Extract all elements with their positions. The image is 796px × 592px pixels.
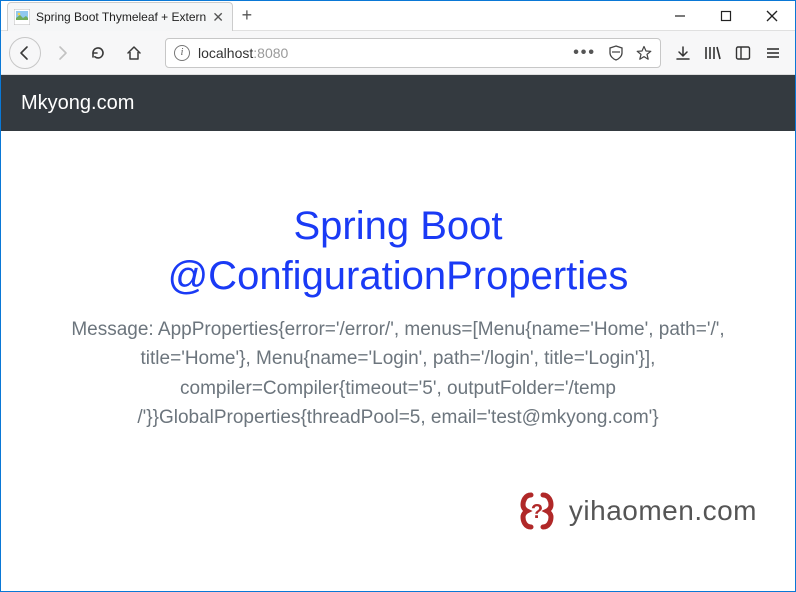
- sidebar-icon[interactable]: [733, 43, 753, 63]
- browser-tab[interactable]: Spring Boot Thymeleaf + Extern ✕: [7, 2, 233, 31]
- home-button[interactable]: [119, 38, 149, 68]
- title-line1: Spring Boot: [293, 204, 502, 248]
- site-info-icon[interactable]: i: [174, 45, 190, 61]
- window-close-button[interactable]: [749, 1, 795, 30]
- address-bar[interactable]: i localhost:8080 •••: [165, 38, 661, 68]
- url-text: localhost:8080: [198, 45, 288, 61]
- site-brand[interactable]: Mkyong.com: [21, 92, 134, 115]
- svg-text:?: ?: [531, 501, 543, 523]
- tab-title: Spring Boot Thymeleaf + Extern: [36, 10, 206, 24]
- page-title: Spring Boot @ConfigurationProperties: [41, 201, 755, 301]
- message-text: Message: AppProperties{error='/error/', …: [68, 315, 728, 433]
- watermark: ? yihaomen.com: [515, 489, 757, 533]
- page-actions-icon[interactable]: •••: [573, 44, 596, 62]
- page-viewport: Mkyong.com Spring Boot @ConfigurationPro…: [1, 75, 795, 591]
- bookmark-star-icon[interactable]: [636, 45, 652, 61]
- site-navbar: Mkyong.com: [1, 75, 795, 131]
- page-content: Spring Boot @ConfigurationProperties Mes…: [1, 131, 795, 453]
- maximize-button[interactable]: [703, 1, 749, 30]
- window-controls: [657, 1, 795, 30]
- spring-favicon-icon: [14, 9, 30, 25]
- downloads-icon[interactable]: [673, 43, 693, 63]
- menu-icon[interactable]: [763, 43, 783, 63]
- forward-button[interactable]: [47, 38, 77, 68]
- url-actions: •••: [573, 44, 652, 62]
- titlebar: Spring Boot Thymeleaf + Extern ✕ +: [1, 1, 795, 31]
- tab-close-icon[interactable]: ✕: [212, 10, 224, 24]
- toolbar: i localhost:8080 •••: [1, 31, 795, 75]
- tracking-protection-icon[interactable]: [608, 45, 624, 61]
- minimize-button[interactable]: [657, 1, 703, 30]
- url-host: localhost: [198, 45, 253, 61]
- watermark-text: yihaomen.com: [569, 495, 757, 527]
- title-line2: @ConfigurationProperties: [168, 254, 629, 298]
- library-icon[interactable]: [703, 43, 723, 63]
- tab-strip: Spring Boot Thymeleaf + Extern ✕ +: [1, 1, 657, 30]
- url-port: :8080: [253, 45, 288, 61]
- new-tab-button[interactable]: +: [233, 1, 261, 30]
- back-button[interactable]: [9, 37, 41, 69]
- browser-window: Spring Boot Thymeleaf + Extern ✕ +: [0, 0, 796, 592]
- toolbar-right: [673, 43, 787, 63]
- reload-button[interactable]: [83, 38, 113, 68]
- watermark-logo-icon: ?: [515, 489, 559, 533]
